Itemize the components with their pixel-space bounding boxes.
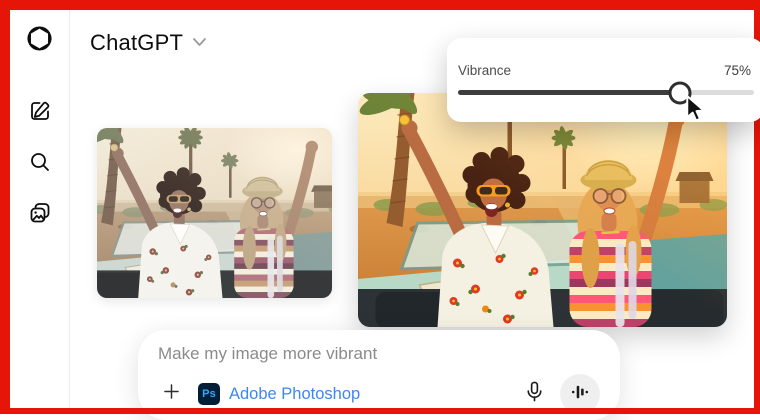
- photo-edited-vibrant[interactable]: [358, 93, 727, 327]
- compose-icon: [28, 99, 52, 128]
- photo-original-thumbnail[interactable]: [97, 128, 332, 298]
- model-switcher[interactable]: ChatGPT: [90, 30, 207, 56]
- vibrance-value: 75%: [723, 63, 751, 78]
- new-chat-button[interactable]: [26, 99, 54, 127]
- images-library-icon: [28, 201, 52, 230]
- vibrance-label: Vibrance: [458, 63, 512, 78]
- photoshop-tool-label: Adobe Photoshop: [229, 384, 361, 403]
- library-button[interactable]: [26, 201, 54, 229]
- photoshop-icon: Ps: [198, 383, 220, 405]
- openai-logo-button[interactable]: [26, 25, 54, 57]
- vibrance-slider-fill: [458, 90, 680, 95]
- composer: Make my image more vibrant Ps Adobe Phot…: [138, 330, 620, 420]
- chevron-down-icon: [192, 34, 207, 52]
- dictate-button[interactable]: [519, 379, 549, 409]
- voice-mode-button[interactable]: [560, 374, 600, 414]
- sidebar: [10, 10, 70, 408]
- vibrance-slider-thumb[interactable]: [668, 81, 692, 104]
- voice-waveform-icon: [569, 381, 591, 408]
- plus-icon: [161, 381, 182, 407]
- microphone-icon: [523, 380, 546, 408]
- message-input[interactable]: Make my image more vibrant: [158, 344, 600, 364]
- photoshop-tool-chip[interactable]: Ps Adobe Photoshop: [198, 383, 360, 405]
- page-title: ChatGPT: [90, 30, 184, 55]
- openai-logo-icon: [26, 25, 53, 57]
- vibrance-slider-track[interactable]: [458, 81, 754, 104]
- search-button[interactable]: [26, 150, 54, 178]
- attach-button[interactable]: [158, 381, 184, 407]
- vibrance-panel: Vibrance 75%: [447, 38, 760, 122]
- search-icon: [28, 150, 52, 179]
